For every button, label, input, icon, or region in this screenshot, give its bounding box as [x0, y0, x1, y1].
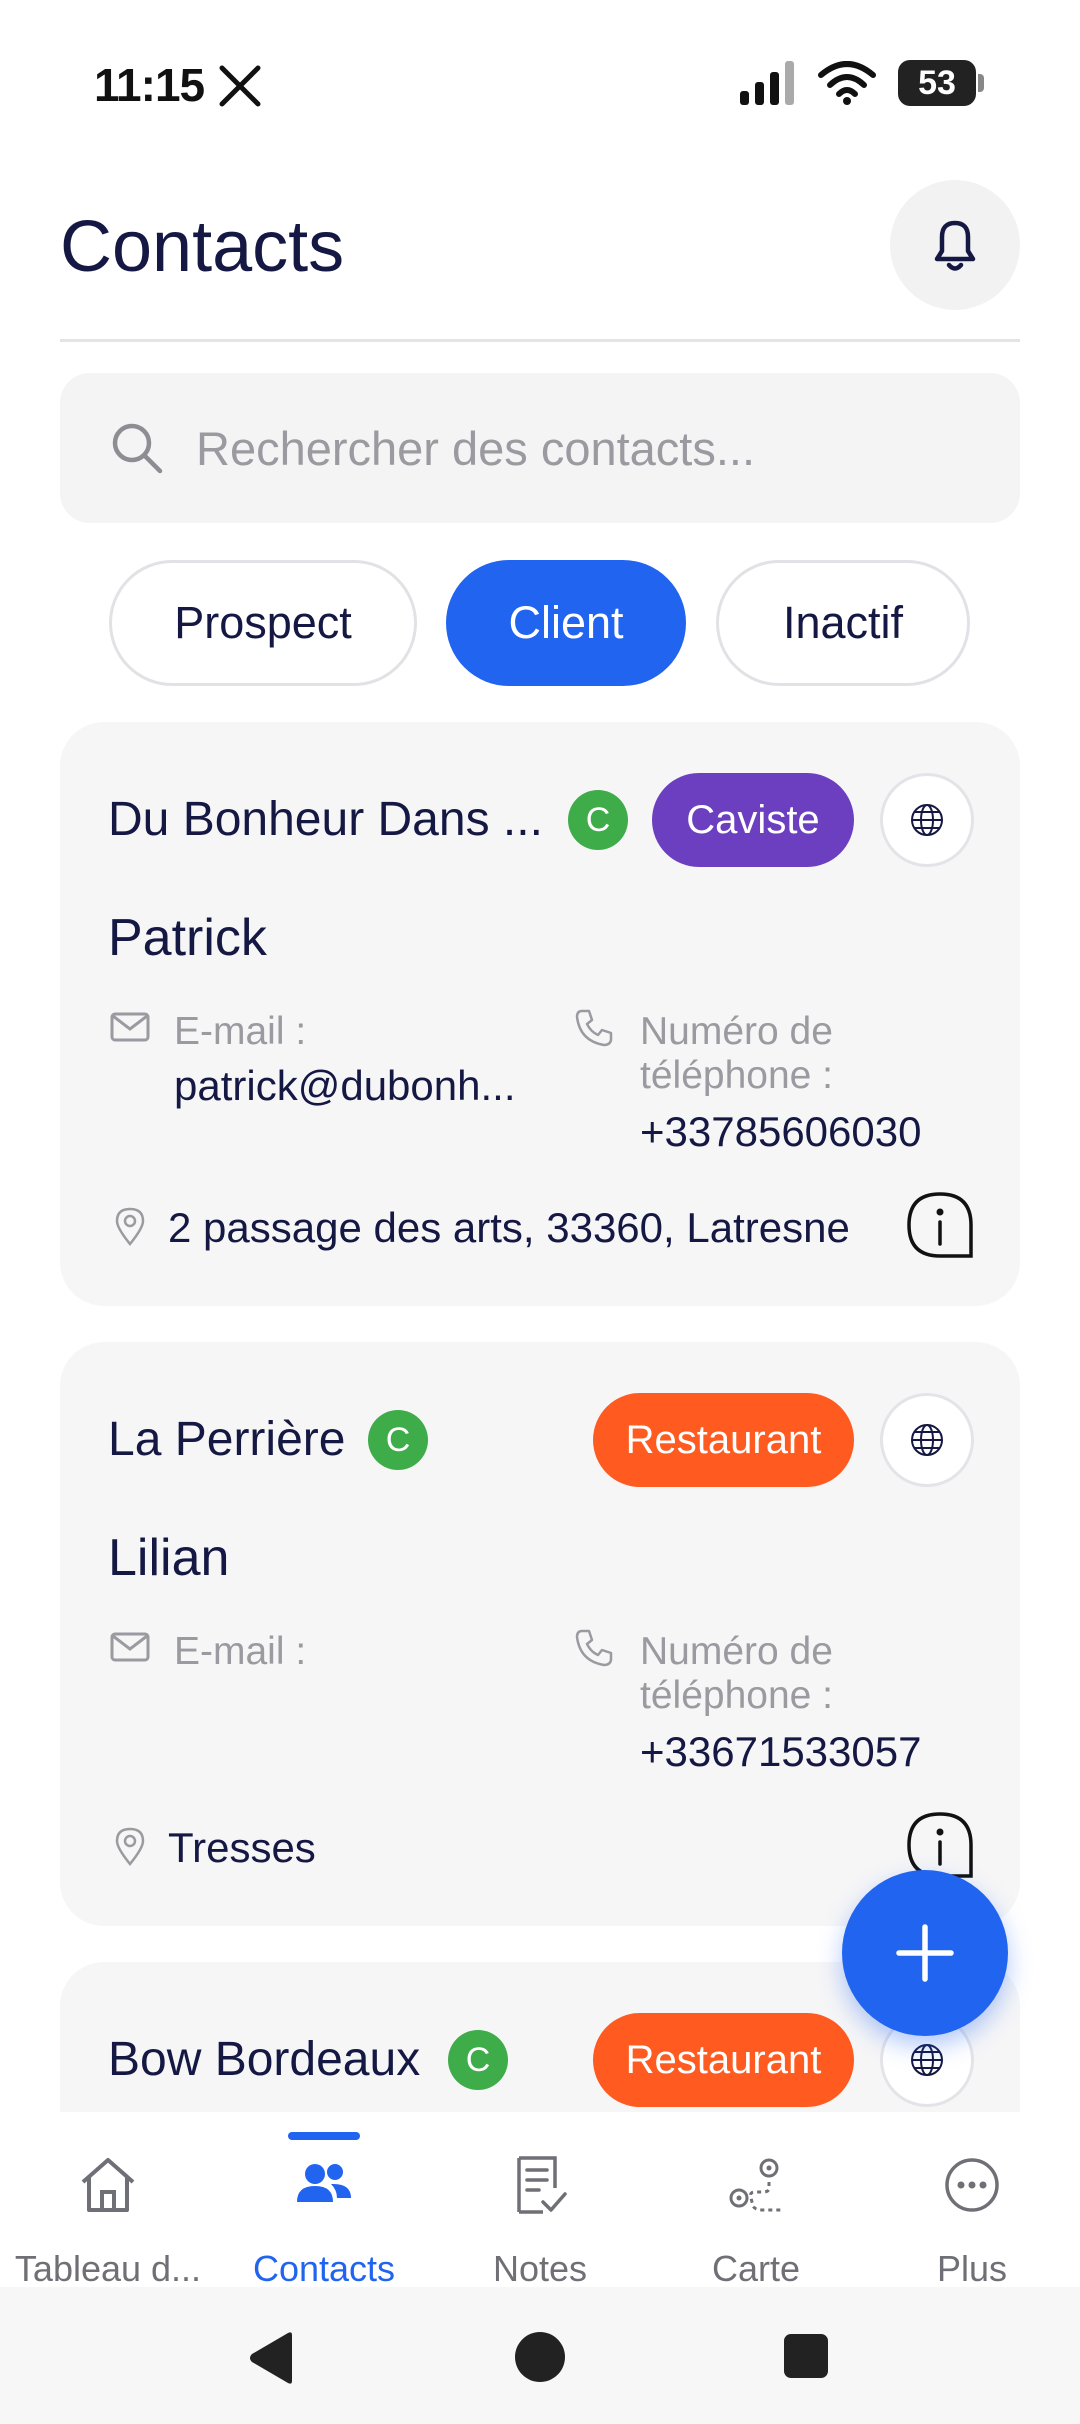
category-pill: Restaurant — [593, 1393, 854, 1487]
website-button[interactable] — [880, 773, 974, 867]
contact-name: Patrick — [108, 909, 267, 967]
more-icon — [945, 2158, 999, 2212]
company-name: Du Bonheur Dans ... — [108, 793, 543, 846]
nav-label: Plus — [936, 2248, 1008, 2289]
nav-label: Contacts — [252, 2248, 396, 2289]
filter-chip-inactif[interactable]: Inactif — [716, 560, 970, 686]
bell-icon — [934, 220, 976, 271]
battery-level: 53 — [918, 64, 956, 102]
signal-icon — [740, 61, 794, 105]
contact-card[interactable]: Du Bonheur Dans ... C Caviste Patrick E-… — [60, 722, 1020, 1306]
filter-chip-prospect[interactable]: Prospect — [109, 560, 417, 686]
map-route-icon — [729, 2158, 781, 2212]
client-status-badge: C — [368, 1410, 428, 1470]
email-label: E-mail : — [174, 1630, 307, 1673]
add-contact-button[interactable] — [842, 1870, 1008, 2036]
company-name: La Perrière — [108, 1413, 346, 1466]
globe-icon — [911, 804, 943, 836]
nav-item-contacts[interactable]: Contacts — [216, 2112, 432, 2289]
x-app-icon — [219, 65, 261, 107]
phone-label: Numéro de téléphone : — [640, 1010, 834, 1097]
company-name: Bow Bordeaux — [108, 2033, 421, 2086]
contact-name: Lilian — [108, 1529, 230, 1587]
back-icon[interactable] — [246, 2331, 296, 2385]
nav-item-notes[interactable]: Notes — [432, 2112, 648, 2289]
wifi-icon — [818, 61, 876, 105]
website-button[interactable] — [880, 1393, 974, 1487]
globe-icon — [911, 2044, 943, 2076]
location-pin-icon — [115, 1827, 145, 1866]
nav-label: Tableau d... — [14, 2248, 202, 2289]
recents-icon[interactable] — [783, 2333, 829, 2379]
nav-item-dashboard[interactable]: Tableau d... — [0, 2112, 216, 2289]
nav-label: Carte — [711, 2248, 801, 2289]
header-divider — [60, 339, 1020, 342]
mail-icon — [110, 1012, 150, 1042]
page-title: Contacts — [60, 207, 345, 287]
info-icon[interactable] — [905, 1190, 975, 1260]
home-icon — [81, 2158, 135, 2212]
address: Tresses — [168, 1824, 316, 1871]
filter-chip-client[interactable]: Client — [446, 560, 686, 686]
client-status-badge: C — [448, 2030, 508, 2090]
notes-icon — [517, 2156, 567, 2214]
contact-card[interactable]: La Perrière C Restaurant Lilian E-mail :… — [60, 1342, 1020, 1926]
active-tab-indicator — [288, 2132, 360, 2140]
email-label: E-mail : — [174, 1010, 307, 1053]
email-value[interactable]: patrick@dubonh... — [174, 1062, 514, 1110]
phone-icon — [575, 1009, 613, 1047]
client-status-badge: C — [568, 790, 628, 850]
phone-value[interactable]: +33785606030 — [640, 1108, 980, 1156]
status-bar: 11:15 53 — [0, 0, 1080, 170]
status-time: 11:15 — [94, 59, 205, 111]
nav-label: Notes — [492, 2248, 588, 2289]
home-circle-icon[interactable] — [514, 2331, 566, 2383]
globe-icon — [911, 1424, 943, 1456]
address: 2 passage des arts, 33360, Latresne — [168, 1204, 850, 1251]
nav-item-more[interactable]: Plus — [864, 2112, 1080, 2289]
search-input[interactable] — [196, 403, 986, 493]
phone-label: Numéro de téléphone : — [640, 1630, 834, 1717]
location-pin-icon — [115, 1207, 145, 1246]
nav-item-map[interactable]: Carte — [648, 2112, 864, 2289]
category-pill: Caviste — [652, 773, 854, 867]
bottom-navigation: Tableau d... Contacts Notes Carte Plus — [0, 2112, 1080, 2289]
system-navigation-bar — [0, 2287, 1080, 2424]
plus-icon — [896, 1924, 954, 1982]
battery-icon: 53 — [898, 60, 984, 106]
phone-icon — [575, 1629, 613, 1667]
status-indicators: 53 — [740, 60, 984, 106]
notifications-button[interactable] — [890, 180, 1020, 310]
phone-value[interactable]: +33671533057 — [640, 1728, 980, 1776]
users-icon — [297, 2164, 351, 2202]
search-bar[interactable] — [60, 373, 1020, 523]
category-pill: Restaurant — [593, 2013, 854, 2107]
search-icon — [112, 423, 163, 474]
mail-icon — [110, 1632, 150, 1662]
